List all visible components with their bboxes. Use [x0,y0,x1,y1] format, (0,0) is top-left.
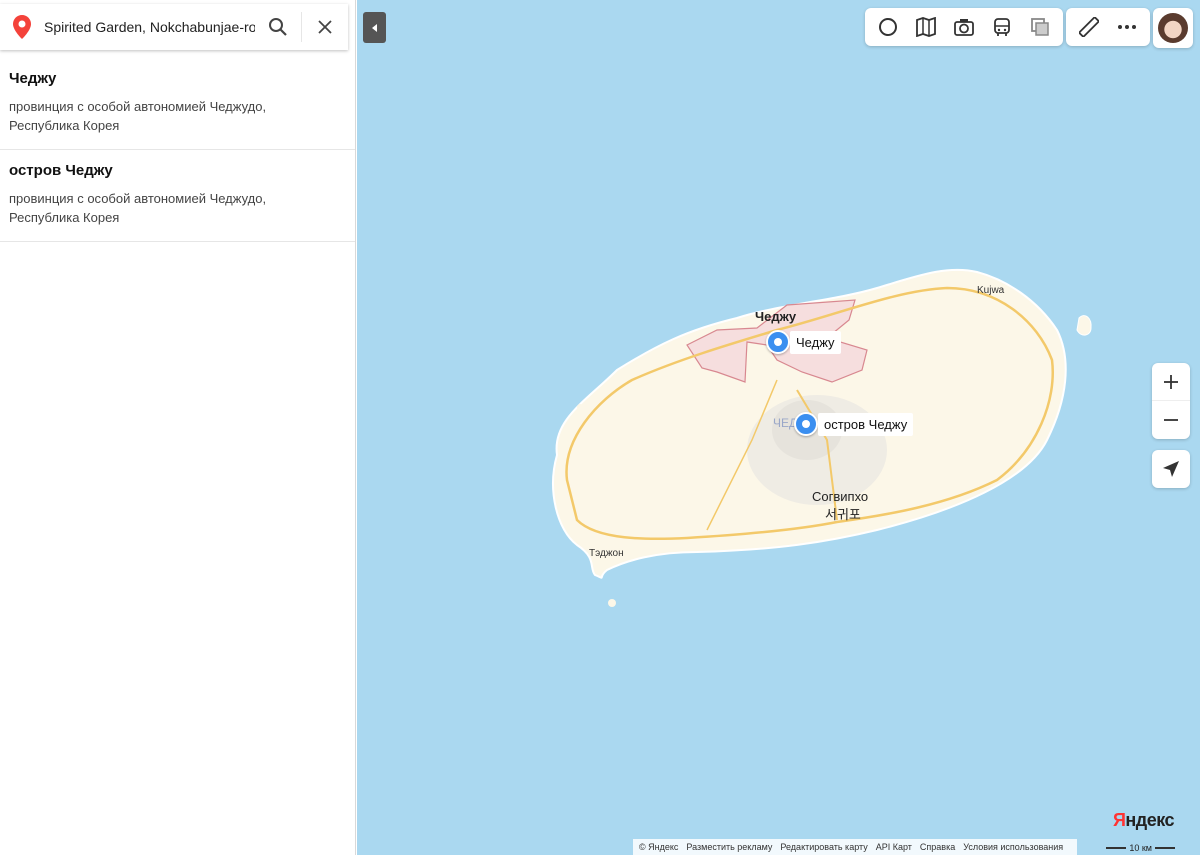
marker-pin-icon[interactable] [794,412,818,436]
result-description: провинция с особой автономией Чеджудо, Р… [9,191,267,225]
camera-icon [954,19,974,36]
zoom-in-button[interactable] [1152,363,1190,401]
result-title: остров Чеджу [9,162,113,179]
place-label-kujwa: Kujwa [977,285,1005,296]
ruler-button[interactable] [1070,8,1108,46]
marker-label: Чеджу [790,330,841,354]
clear-button[interactable] [302,5,348,49]
scale-bar [1155,847,1175,849]
app: Чеджу провинция с особой автономией Чедж… [0,0,1200,855]
map-scale: 10 км [1103,843,1178,853]
marker-cheju[interactable]: Чеджу [766,330,841,354]
footer-link-help[interactable]: Справка [920,842,955,852]
footer-link-edit-map[interactable]: Редактировать карту [780,842,867,852]
zoom-out-button[interactable] [1152,401,1190,439]
chevron-left-icon [371,23,377,32]
zoom-controls [1152,363,1190,439]
tools-toolbar [1066,8,1150,46]
place-label-sogwipo: Согвипхо [812,489,869,504]
layers-icon [1031,18,1049,36]
result-description: провинция с особой автономией Чеджудо, Р… [9,99,267,133]
search-input[interactable] [44,5,255,49]
more-button[interactable] [1108,8,1146,46]
photos-button[interactable] [945,8,983,46]
more-icon [1118,25,1136,29]
map-canvas[interactable]: Kujwa Чеджу Согвипхо 서귀포 Тэджон ЧЕДЖУ Че… [357,0,1200,855]
ruler-icon [1079,17,1099,37]
map-footer: © Яндекс Разместить рекламу Редактироват… [633,839,1078,855]
search-box [0,4,348,50]
yandex-logo: Яндекс [1112,810,1175,830]
navigation-arrow-icon [1163,461,1179,477]
scale-label: 10 км [1129,843,1152,853]
my-location-button[interactable] [1152,450,1190,488]
copyright-text: © Яндекс [639,842,679,852]
plus-icon [1164,374,1178,389]
close-icon [318,20,332,34]
map-book-icon [916,17,936,37]
sidebar: Чеджу провинция с особой автономией Чедж… [0,0,356,855]
results-list: Чеджу провинция с особой автономией Чедж… [0,58,355,242]
transit-button[interactable] [983,8,1021,46]
marker-pin-icon[interactable] [766,330,790,354]
place-label-taejong: Тэджон [589,548,624,559]
traffic-icon [879,18,897,36]
search-button[interactable] [255,5,301,49]
layers-button[interactable] [1021,8,1059,46]
marker-label: остров Чеджу [818,412,914,436]
result-title: Чеджу [9,70,57,87]
bus-icon [994,18,1010,36]
map-layers-toolbar [865,8,1063,46]
traffic-button[interactable] [869,8,907,46]
place-label-cheju-city: Чеджу [755,309,797,324]
search-icon [269,18,287,36]
user-avatar-button[interactable] [1153,8,1193,48]
avatar [1158,13,1188,43]
panorama-button[interactable] [907,8,945,46]
result-item[interactable]: Чеджу провинция с особой автономией Чедж… [0,58,355,150]
place-label-sogwipo-korean: 서귀포 [825,507,861,522]
result-item[interactable]: остров Чеджу провинция с особой автономи… [0,150,355,242]
minus-icon [1164,419,1178,421]
marker-cheju-island[interactable]: остров Чеджу [794,412,914,436]
footer-link-ads[interactable]: Разместить рекламу [686,842,772,852]
footer-link-api[interactable]: API Карт [876,842,912,852]
scale-bar [1106,847,1127,849]
location-pin-icon [0,15,44,39]
footer-link-terms[interactable]: Условия использования [963,842,1063,852]
collapse-sidebar-button[interactable] [363,12,386,43]
